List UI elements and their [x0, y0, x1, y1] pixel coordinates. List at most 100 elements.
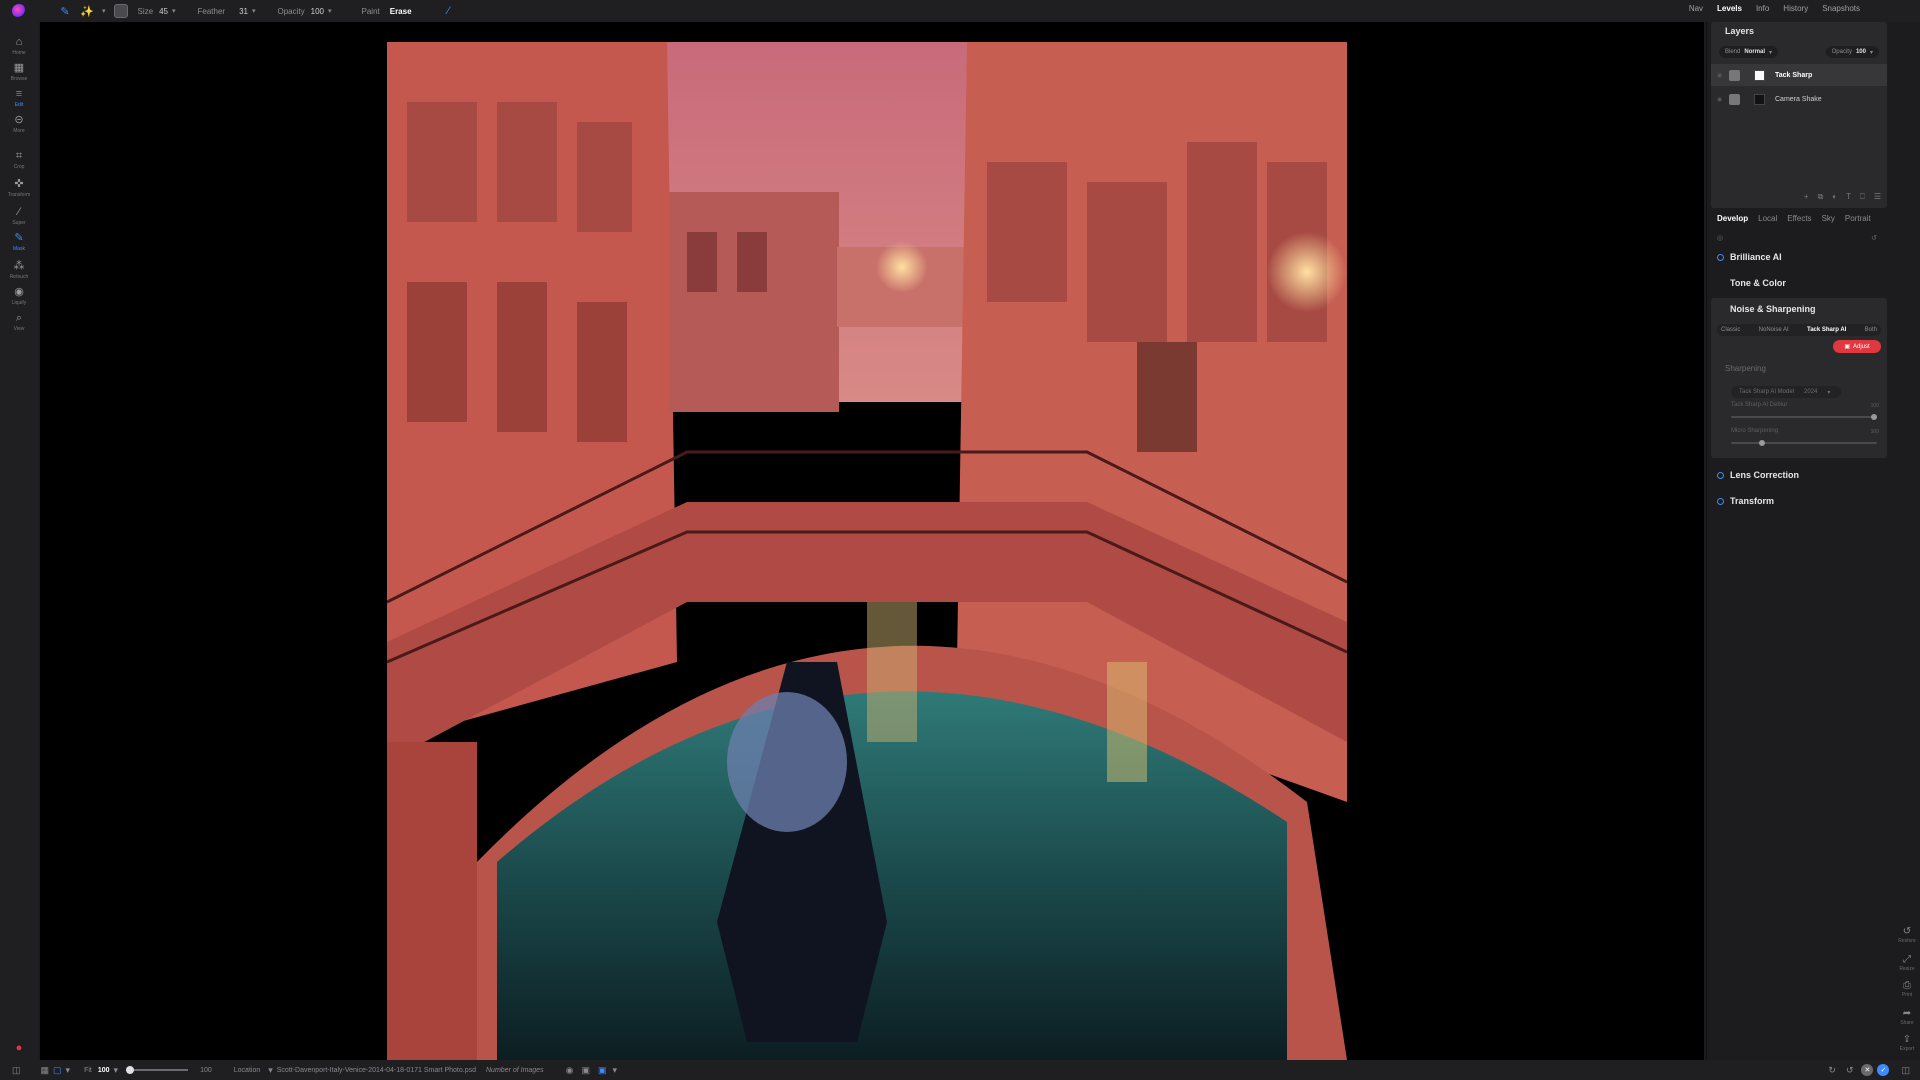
sidebar-item-mask[interactable]: ✎ Mask: [0, 232, 38, 252]
section-toggle-icon[interactable]: [1717, 471, 1724, 479]
compare-icon[interactable]: ▣: [581, 1065, 590, 1076]
slider-handle[interactable]: [126, 1066, 135, 1074]
layer-mask-thumbnail[interactable]: [1754, 93, 1765, 105]
mask-view-icon[interactable]: ▣: [598, 1065, 607, 1076]
zoom-slider[interactable]: [126, 1066, 189, 1074]
mask-icon[interactable]: ◐: [1832, 192, 1837, 202]
tab-local[interactable]: Local: [1758, 214, 1777, 223]
sidebar-toggle-icon[interactable]: ◫: [12, 1065, 21, 1076]
tab-develop[interactable]: Develop: [1717, 214, 1748, 223]
apply-icon[interactable]: ✓: [1877, 1064, 1890, 1076]
section-tone-color[interactable]: Tone & Color: [1711, 278, 1887, 288]
model-select[interactable]: Tack Sharp AI Model 2024 ▾: [1731, 386, 1841, 398]
tab-nav[interactable]: Nav: [1689, 4, 1703, 13]
adjust-button[interactable]: ▣ Adjust: [1833, 340, 1881, 353]
section-transform[interactable]: Transform: [1711, 496, 1887, 506]
chevron-down-icon[interactable]: ▾: [612, 1065, 617, 1076]
brush-tool-icon[interactable]: ✎: [58, 4, 72, 18]
sidebar-item-view[interactable]: ⌕ View: [0, 312, 38, 332]
chevron-down-icon[interactable]: ▾: [172, 7, 176, 15]
sidebar-item-liquify[interactable]: ◉ Liquify: [0, 286, 38, 306]
single-view-icon[interactable]: ▢: [53, 1065, 62, 1076]
cancel-icon[interactable]: ✕: [1861, 1064, 1874, 1076]
auto-brush-icon[interactable]: ✨: [80, 4, 94, 18]
sidebar-item-account[interactable]: ●: [0, 1042, 38, 1056]
micro-sharpening-slider[interactable]: [1731, 440, 1877, 446]
layer-opacity-select[interactable]: Opacity 100 ▾: [1825, 46, 1879, 58]
fit-label[interactable]: Fit: [84, 1067, 92, 1074]
mode-tack-sharp[interactable]: Tack Sharp AI: [1807, 327, 1846, 333]
chevron-down-icon[interactable]: ▾: [66, 1065, 71, 1076]
chevron-down-icon[interactable]: ▾: [114, 1065, 119, 1076]
layer-row[interactable]: ◉ Camera Shake: [1711, 88, 1887, 110]
text-icon[interactable]: T: [1846, 192, 1851, 202]
section-toggle-icon[interactable]: [1717, 253, 1724, 261]
sidebar-item-more[interactable]: ⊝ More: [0, 114, 38, 134]
reset-icon[interactable]: ↺: [1871, 234, 1877, 242]
stack-icon[interactable]: ☰: [1874, 192, 1881, 202]
feather-value[interactable]: 31: [239, 7, 248, 16]
sidebar-item-browse[interactable]: ▦ Browse: [0, 62, 38, 82]
brush-settings-icon[interactable]: ∕: [442, 4, 456, 18]
opacity-value[interactable]: 100: [311, 7, 324, 16]
trash-icon[interactable]: ⎕: [1860, 192, 1865, 202]
slider-handle[interactable]: [1759, 440, 1765, 446]
tab-levels[interactable]: Levels: [1717, 4, 1742, 13]
grid-view-icon[interactable]: ▦: [41, 1065, 50, 1076]
blend-select[interactable]: Blend Normal ▾: [1719, 46, 1779, 58]
tab-sky[interactable]: Sky: [1822, 214, 1835, 223]
deblur-slider[interactable]: [1731, 414, 1877, 420]
resize-button[interactable]: ⤢ Resize: [1894, 954, 1920, 972]
section-noise-sharpening[interactable]: Noise & Sharpening: [1711, 304, 1887, 314]
duplicate-layer-icon[interactable]: ⧉: [1818, 192, 1824, 202]
mode-both[interactable]: Both: [1865, 327, 1877, 333]
paint-mode[interactable]: Paint: [362, 7, 380, 16]
sidebar-item-edit[interactable]: ≡ Edit: [0, 88, 38, 108]
app-logo-icon[interactable]: [12, 4, 26, 18]
tab-portrait[interactable]: Portrait: [1845, 214, 1871, 223]
mode-classic[interactable]: Classic: [1721, 327, 1740, 333]
chevron-down-icon[interactable]: ▾: [102, 7, 106, 15]
add-layer-icon[interactable]: +: [1804, 192, 1809, 202]
chevron-down-icon[interactable]: ▾: [268, 1065, 273, 1076]
panel-toggle-icon[interactable]: ◫: [1901, 1065, 1910, 1076]
sidebar-item-label: More: [13, 128, 25, 134]
photo-venice-canal[interactable]: [387, 42, 1347, 1060]
restore-button[interactable]: ↺ Restore: [1894, 926, 1920, 944]
share-button[interactable]: ➦ Share: [1894, 1008, 1920, 1026]
presets-icon[interactable]: ◎: [1717, 235, 1723, 242]
tab-history[interactable]: History: [1783, 4, 1808, 13]
model-value: 2024: [1804, 389, 1818, 395]
eye-icon[interactable]: ◉: [566, 1065, 574, 1076]
print-button[interactable]: ⎙ Print: [1894, 980, 1920, 998]
location-label[interactable]: Location: [234, 1067, 260, 1074]
section-lens-correction[interactable]: Lens Correction: [1711, 470, 1887, 480]
tab-snapshots[interactable]: Snapshots: [1822, 4, 1860, 13]
image-canvas[interactable]: [40, 22, 1704, 1060]
layer-row[interactable]: ◉ Tack Sharp: [1711, 64, 1887, 86]
zoom-value[interactable]: 100: [98, 1067, 110, 1074]
section-brilliance[interactable]: Brilliance AI: [1711, 252, 1887, 262]
erase-mode[interactable]: Erase: [390, 7, 412, 16]
section-toggle-icon[interactable]: [1717, 497, 1724, 505]
sidebar-item-super[interactable]: ∕ Super: [0, 206, 38, 226]
visibility-icon[interactable]: ◉: [1717, 72, 1727, 79]
sidebar-item-home[interactable]: ⌂ Home: [0, 36, 38, 56]
brush-preview[interactable]: [113, 4, 128, 18]
tab-info[interactable]: Info: [1756, 4, 1769, 13]
size-value[interactable]: 45: [159, 7, 168, 16]
sidebar-item-retouch[interactable]: ⁂ Retouch: [0, 260, 38, 280]
sidebar-item-transform[interactable]: ✜ Transform: [0, 178, 38, 198]
tab-effects[interactable]: Effects: [1787, 214, 1811, 223]
undo-icon[interactable]: ↺: [1846, 1065, 1854, 1076]
sync-icon[interactable]: ↻: [1828, 1065, 1836, 1076]
sidebar-item-label: Crop: [13, 164, 25, 170]
chevron-down-icon[interactable]: ▾: [328, 7, 332, 15]
slider-handle[interactable]: [1871, 414, 1877, 420]
chevron-down-icon[interactable]: ▾: [252, 7, 256, 15]
visibility-icon[interactable]: ◉: [1717, 96, 1727, 103]
layer-mask-thumbnail[interactable]: [1754, 69, 1765, 81]
sidebar-item-crop[interactable]: ⌗ Crop: [0, 150, 38, 170]
export-button[interactable]: ⇪ Export: [1894, 1034, 1920, 1052]
mode-nonoise[interactable]: NoNoise AI: [1759, 327, 1789, 333]
